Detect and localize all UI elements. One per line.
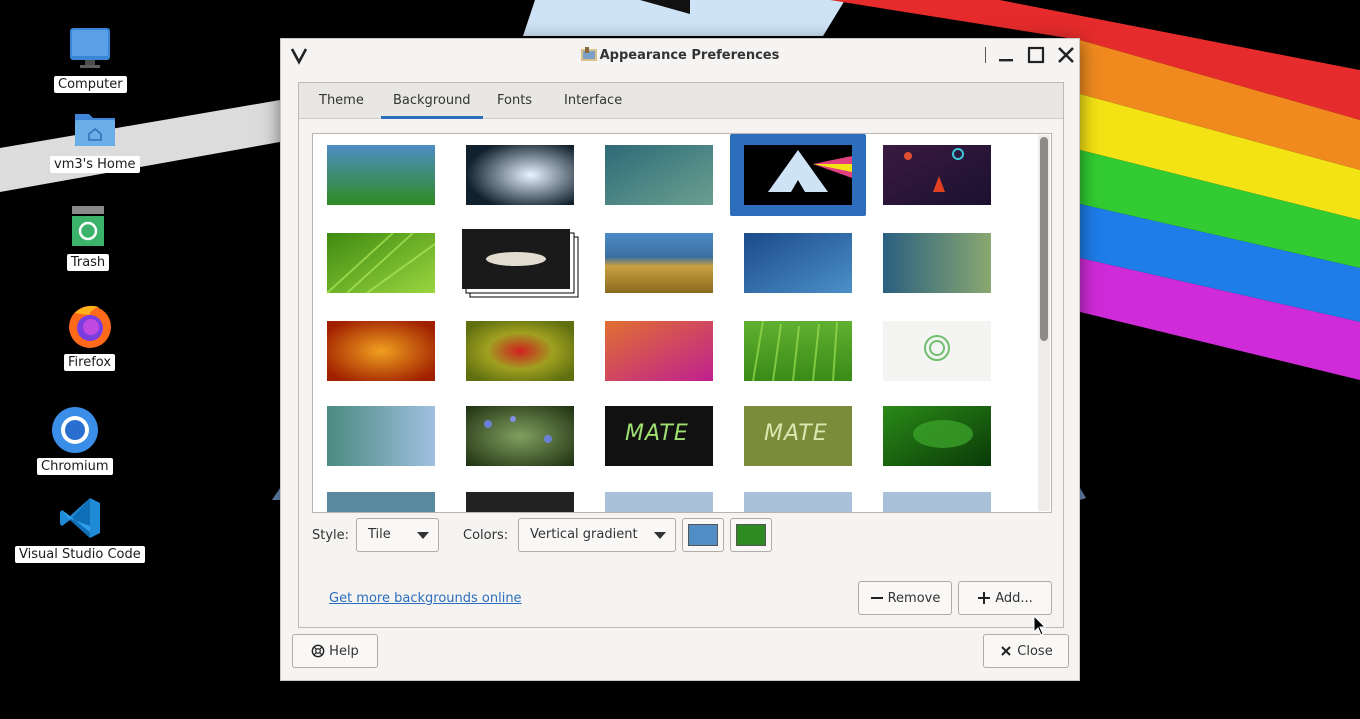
close-button[interactable]: Close	[983, 634, 1069, 668]
mate-logo-text: MATE	[764, 421, 828, 446]
tab-label: Background	[393, 93, 471, 108]
tab-label: Fonts	[497, 93, 533, 108]
secondary-color-button[interactable]	[730, 518, 772, 552]
style-combo[interactable]: Tile	[356, 518, 439, 552]
tab-label: Interface	[564, 93, 623, 108]
thumb-10	[327, 321, 435, 381]
thumb-16	[466, 406, 574, 466]
maximize-icon	[1027, 46, 1045, 64]
remove-label: Remove	[887, 590, 941, 606]
desktop-icon-computer[interactable]: Computer	[54, 24, 127, 93]
appearance-icon	[580, 47, 597, 61]
add-label: Add...	[995, 590, 1033, 606]
desktop-icon-label: Chromium	[37, 458, 113, 475]
minus-icon	[870, 591, 884, 605]
desktop-icon-firefox[interactable]: Firefox	[64, 302, 116, 371]
plus-icon	[977, 591, 991, 605]
window-titlebar[interactable]: Appearance Preferences	[281, 39, 1079, 71]
background-gallery[interactable]: MATE MATE	[312, 133, 1052, 513]
desktop-icon-label: Trash	[66, 254, 110, 271]
thumb-9	[883, 233, 991, 293]
tab-fonts[interactable]: Fonts	[485, 83, 544, 119]
thumbnail-grid	[326, 134, 991, 512]
desktop-icon-label: Firefox	[64, 354, 116, 371]
mate-logo-text: MATE	[625, 421, 689, 446]
primary-color-button[interactable]	[682, 518, 724, 552]
desktop-icon-label: Visual Studio Code	[15, 546, 145, 563]
tab-bar: Theme Background Fonts Interface	[299, 83, 1063, 119]
desktop-icon-label: vm3's Home	[50, 156, 140, 173]
close-icon	[999, 644, 1013, 658]
thumb-15	[327, 406, 435, 466]
appearance-preferences-window: Appearance Preferences Theme Background …	[280, 38, 1080, 681]
thumb-12	[605, 321, 713, 381]
scrollbar-thumb[interactable]	[1040, 137, 1048, 341]
thumb-8	[744, 233, 852, 293]
primary-color-swatch	[688, 524, 718, 546]
notebook: Theme Background Fonts Interface MATE MA…	[298, 82, 1064, 628]
thumb-22	[605, 492, 713, 512]
thumb-20	[327, 492, 435, 512]
desktop-icon-vscode[interactable]: Visual Studio Code	[15, 494, 145, 563]
close-icon	[1058, 47, 1074, 63]
chevron-down-icon	[654, 532, 666, 539]
thumb-14	[883, 321, 991, 381]
secondary-color-swatch	[736, 524, 766, 546]
thumb-2	[605, 145, 713, 205]
thumb-11	[466, 321, 574, 381]
tab-theme[interactable]: Theme	[307, 83, 376, 119]
computer-icon	[66, 24, 114, 72]
help-label: Help	[329, 643, 359, 659]
window-title-container: Appearance Preferences	[281, 47, 1079, 63]
tab-interface[interactable]: Interface	[552, 83, 634, 119]
thumb-21	[466, 492, 574, 512]
style-combo-value: Tile	[368, 527, 391, 542]
window-title: Appearance Preferences	[599, 48, 780, 63]
remove-button[interactable]: Remove	[858, 581, 952, 615]
thumb-0	[327, 145, 435, 205]
colors-label: Colors:	[463, 528, 509, 543]
desktop-icon-label: Computer	[54, 76, 127, 93]
thumb-4	[883, 145, 991, 205]
chevron-down-icon	[417, 532, 429, 539]
colors-combo-value: Vertical gradient	[530, 527, 638, 542]
desktop-icon-chromium[interactable]: Chromium	[37, 406, 113, 475]
minimize-button[interactable]	[993, 43, 1019, 67]
tab-label: Theme	[319, 93, 364, 108]
maximize-button[interactable]	[1023, 43, 1049, 67]
desktop-icon-trash[interactable]: Trash	[64, 202, 112, 271]
help-icon	[311, 644, 325, 658]
thumb-24	[883, 492, 991, 512]
thumb-1	[466, 145, 574, 205]
colors-combo[interactable]: Vertical gradient	[518, 518, 676, 552]
thumb-23	[744, 492, 852, 512]
style-label: Style:	[312, 528, 350, 543]
trash-icon	[64, 202, 112, 250]
titlebar-separator	[985, 47, 986, 63]
thumb-7	[605, 233, 713, 293]
firefox-icon	[66, 302, 114, 350]
add-button[interactable]: Add...	[958, 581, 1052, 615]
minimize-icon	[999, 59, 1013, 62]
more-backgrounds-link[interactable]: Get more backgrounds online	[329, 591, 522, 606]
chromium-icon	[51, 406, 99, 454]
vscode-icon	[56, 494, 104, 542]
mouse-cursor-icon	[1033, 615, 1047, 636]
tab-background[interactable]: Background	[381, 83, 483, 119]
desktop-icon-home[interactable]: vm3's Home	[50, 104, 140, 173]
help-button[interactable]: Help	[292, 634, 378, 668]
close-window-button[interactable]	[1053, 43, 1079, 67]
close-label: Close	[1017, 643, 1053, 659]
gallery-scrollbar[interactable]	[1038, 135, 1050, 511]
home-folder-icon	[71, 104, 119, 152]
